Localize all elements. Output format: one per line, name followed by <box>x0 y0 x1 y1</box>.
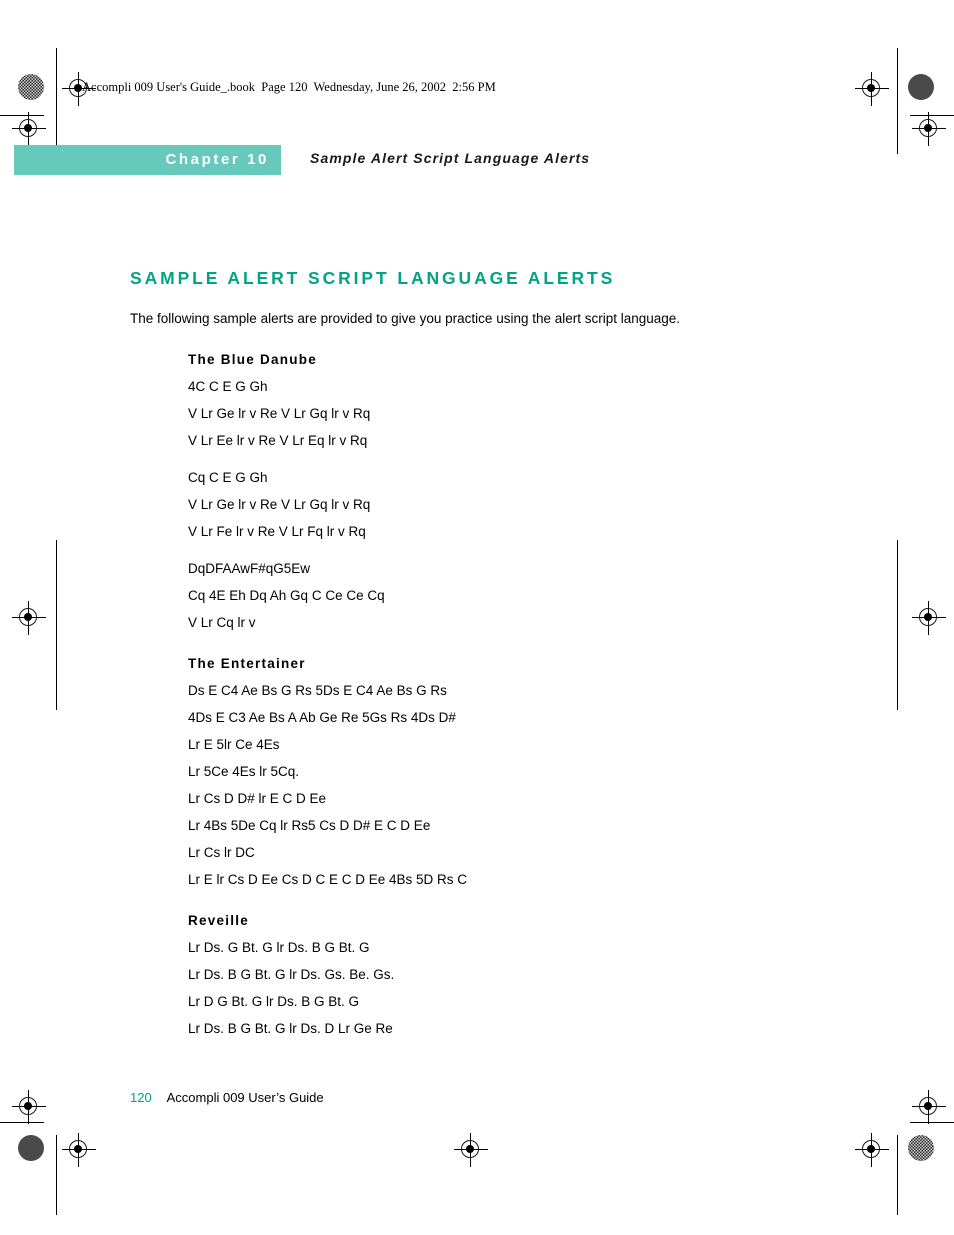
alert-stanza: Ds E C4 Ae Bs G Rs 5Ds E C4 Ae Bs G Rs 4D… <box>188 683 890 887</box>
alert-script-line: Cq 4E Eh Dq Ah Gq C Ce Ce Cq <box>188 588 385 603</box>
trim-line-right-middle-vertical <box>897 540 898 710</box>
alert-script-line: V Lr Fe lr v Re V Lr Fq lr v Rq <box>188 524 366 539</box>
alert-section-heading: The Blue Danube <box>188 352 318 367</box>
alert-script-line: Lr Ds. G Bt. G lr Ds. B G Bt. G <box>188 940 370 955</box>
alert-script-line: 4Ds E C3 Ae Bs A Ab Ge Re 5Gs Rs 4Ds D# <box>188 710 456 725</box>
registration-mark-left-middle <box>12 601 46 635</box>
alert-script-line: Lr Cs lr DC <box>188 845 255 860</box>
alert-section: The Entertainer Ds E C4 Ae Bs G Rs 5Ds E … <box>188 656 890 887</box>
chapter-banner: Chapter 10 <box>14 145 281 175</box>
alert-script-line: DqDFAAwF#qG5Ew <box>188 561 311 576</box>
alert-section: Reveille Lr Ds. G Bt. G lr Ds. B G Bt. GL… <box>188 913 890 1036</box>
registration-mark-right-upper <box>912 112 946 146</box>
page-title: SAMPLE ALERT SCRIPT LANGUAGE ALERTS <box>130 268 616 288</box>
registration-mark-bottom-right <box>855 1133 889 1167</box>
intro-paragraph: The following sample alerts are provided… <box>130 311 681 326</box>
footer-guide-title: Accompli 009 User’s Guide <box>166 1090 324 1105</box>
alert-stanza: 4C C E G Gh V Lr Ge lr v Re V Lr Gq lr v … <box>188 379 890 448</box>
solid-dot-top-right <box>908 74 934 100</box>
alert-script-line: Cq C E G Gh <box>188 470 268 485</box>
trim-line-top-left-vertical <box>56 48 57 154</box>
alert-stanza: Lr Ds. G Bt. G lr Ds. B G Bt. G Lr Ds. B … <box>188 940 890 1036</box>
running-header: Accompli 009 User's Guide_.book Page 120… <box>82 80 496 94</box>
registration-mark-left-lower <box>12 1090 46 1124</box>
alert-script-line: Lr Ds. B G Bt. G lr Ds. Gs. Be. Gs. <box>188 967 395 982</box>
chapter-subtitle: Sample Alert Script Language Alerts <box>310 150 591 166</box>
alert-script-line: Lr E 5lr Ce 4Es <box>188 737 280 752</box>
footer-page-number: 120 <box>130 1090 152 1105</box>
registration-mark-bottom-center <box>454 1133 488 1167</box>
halftone-dot-bottom-right <box>908 1135 934 1161</box>
registration-mark-top-right <box>855 72 889 106</box>
registration-mark-right-lower <box>912 1090 946 1124</box>
alert-script-line: Lr Cs D D# lr E C D Ee <box>188 791 327 806</box>
alert-script-line: V Lr Ge lr v Re V Lr Gq lr v Rq <box>188 406 371 421</box>
document-page: Accompli 009 User's Guide_.book Page 120… <box>0 0 954 1235</box>
alert-script-line: V Lr Cq lr v <box>188 615 256 630</box>
trim-line-bottom-right-vertical <box>897 1135 898 1215</box>
alert-section: The Blue Danube 4C C E G Gh V Lr Ge lr v R… <box>188 352 890 630</box>
page-content: SAMPLE ALERT SCRIPT LANGUAGE ALERTS The … <box>130 268 890 1062</box>
alert-script-line: Lr E lr Cs D Ee Cs D C E C D Ee 4Bs 5D R… <box>188 872 468 887</box>
alert-script-line: Lr 4Bs 5De Cq lr Rs5 Cs D D# E C D Ee <box>188 818 431 833</box>
alert-stanza: Cq C E G Gh V Lr Ge lr v Re V Lr Gq lr v … <box>188 470 890 539</box>
chapter-label: Chapter 10 <box>165 151 269 168</box>
trim-line-top-right-vertical <box>897 48 898 154</box>
alert-script-line: Lr Ds. B G Bt. G lr Ds. D Lr Ge Re <box>188 1021 393 1036</box>
trim-line-bottom-left-vertical <box>56 1135 57 1215</box>
alert-script-line: Lr D G Bt. G lr Ds. B G Bt. G <box>188 994 360 1009</box>
halftone-dot-top-left <box>18 74 44 100</box>
page-footer: 120 Accompli 009 User’s Guide <box>130 1090 324 1105</box>
alert-script-line: V Lr Ge lr v Re V Lr Gq lr v Rq <box>188 497 371 512</box>
trim-line-left-middle-vertical <box>56 540 57 710</box>
alert-script-line: Ds E C4 Ae Bs G Rs 5Ds E C4 Ae Bs G Rs <box>188 683 447 698</box>
registration-mark-left-upper <box>12 112 46 146</box>
alert-script-line: Lr 5Ce 4Es lr 5Cq. <box>188 764 300 779</box>
alert-stanza: DqDFAAwF#qG5Ew Cq 4E Eh Dq Ah Gq C Ce Ce … <box>188 561 890 630</box>
alert-section-heading: Reveille <box>188 913 250 928</box>
registration-mark-bottom-left <box>62 1133 96 1167</box>
solid-dot-bottom-left <box>18 1135 44 1161</box>
alert-sections: The Blue Danube 4C C E G Gh V Lr Ge lr v R… <box>130 352 890 1036</box>
registration-mark-right-middle <box>912 601 946 635</box>
alert-section-heading: The Entertainer <box>188 656 306 671</box>
alert-script-line: 4C C E G Gh <box>188 379 268 394</box>
alert-script-line: V Lr Ee lr v Re V Lr Eq lr v Rq <box>188 433 368 448</box>
